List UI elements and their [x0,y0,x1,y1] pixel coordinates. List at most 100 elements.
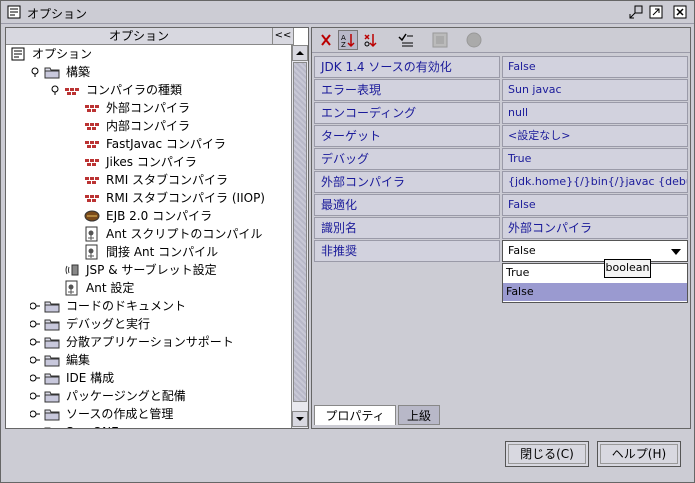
folder-icon [44,337,60,349]
chevron-down-icon[interactable] [671,249,681,255]
type-tooltip: boolean [604,259,651,278]
property-name[interactable]: デバッグ [314,148,500,170]
dropdown-option[interactable]: False [503,283,687,301]
scroll-up-arrow-icon[interactable] [292,45,308,61]
tree-node[interactable]: RMI スタブコンパイラ (IIOP) [6,189,290,207]
svg-text:Z: Z [341,41,346,49]
property-value[interactable]: null [502,102,688,124]
tree-node[interactable]: パッケージングと配備 [6,387,290,405]
compiler-icon [85,123,99,130]
tree-scrollbar[interactable] [291,45,308,428]
property-value[interactable]: 外部コンパイラ [502,217,688,239]
deprecation-combo-box[interactable]: False [502,240,688,262]
property-tabs: プロパティ 上級 [312,403,690,427]
tree-node[interactable]: デバッグと実行 [6,315,290,333]
sort-by-name-icon[interactable]: AZ [338,30,358,50]
collapsed-node-icon[interactable] [30,337,40,347]
compiler-group-icon [65,88,79,95]
tree-node[interactable]: 外部コンパイラ [6,99,290,117]
tree-node[interactable]: コードのドキュメント [6,297,290,315]
property-value[interactable]: <設定なし> [502,125,688,147]
tree-node[interactable]: Ant 設定 [6,279,290,297]
folder-icon [44,391,60,403]
tree-node[interactable]: オプション [6,45,290,63]
collapsed-node-icon[interactable] [30,409,40,419]
property-name[interactable]: 非推奨 [314,240,500,262]
property-value[interactable]: Sun javac [502,79,688,101]
tree-node-label: コードのドキュメント [66,299,187,313]
tree-node[interactable]: 編集 [6,351,290,369]
ant-icon [65,280,78,296]
tree-node-label: Jikes コンパイラ [106,155,197,169]
compiler-icon [85,141,99,148]
tree-node-label: JSP & サーブレット設定 [86,263,217,277]
property-row[interactable]: JDK 1.4 ソースの有効化 False [314,56,688,79]
scroll-down-arrow-icon[interactable] [292,411,308,427]
tree-node[interactable]: Sun ONE [6,423,290,428]
property-row[interactable]: エンコーディング null [314,102,688,125]
collapsed-node-icon[interactable] [30,427,40,428]
help-button[interactable]: ヘルプ(H) [597,441,681,467]
tree-node[interactable]: Jikes コンパイラ [6,153,290,171]
collapse-panel-button[interactable]: << [273,28,294,45]
property-row[interactable]: デバッグ True [314,148,688,171]
property-name[interactable]: エラー表現 [314,79,500,101]
tree-node-label: EJB 2.0 コンパイラ [106,209,213,223]
tree-node[interactable]: コンパイラの種類 [6,81,290,99]
property-name[interactable]: 外部コンパイラ [314,171,500,193]
expanded-node-icon[interactable] [50,85,60,95]
property-name[interactable]: ターゲット [314,125,500,147]
close-button[interactable]: 閉じる(C) [505,441,589,467]
tree-node-label: 分散アプリケーションサポート [66,335,234,349]
tree-node[interactable]: IDE 構成 [6,369,290,387]
sort-by-type-icon[interactable] [360,30,380,50]
property-name[interactable]: エンコーディング [314,102,500,124]
tree-node[interactable]: 分散アプリケーションサポート [6,333,290,351]
property-row[interactable]: 外部コンパイラ{jdk.home}{/}bin{/}javac {debugin… [314,171,688,194]
compiler-icon [85,177,99,184]
unsorted-icon[interactable] [316,30,336,50]
dropdown-option[interactable]: True [503,264,687,282]
tree-node[interactable]: Ant スクリプトのコンパイル [6,225,290,243]
property-row[interactable]: 最適化 False [314,194,688,217]
property-row[interactable]: ターゲット <設定なし> [314,125,688,148]
collapsed-node-icon[interactable] [30,355,40,365]
tree-node[interactable]: 内部コンパイラ [6,117,290,135]
tree-node-label: RMI スタブコンパイラ [106,173,229,187]
property-name[interactable]: 最適化 [314,194,500,216]
property-row[interactable]: 識別名 外部コンパイラ [314,217,688,240]
property-value[interactable]: False [502,56,688,78]
title-bar: オプション [1,1,694,24]
restore-icon[interactable] [629,5,643,19]
collapsed-node-icon[interactable] [30,373,40,383]
maximize-icon[interactable] [649,5,663,19]
options-window-icon [7,5,21,19]
property-value[interactable]: False [502,194,688,216]
tree-node-label: IDE 構成 [66,371,115,385]
property-value[interactable]: True [502,148,688,170]
tab-advanced[interactable]: 上級 [398,405,440,425]
tree-node[interactable]: EJB 2.0 コンパイラ [6,207,290,225]
collapsed-node-icon[interactable] [30,301,40,311]
collapsed-node-icon[interactable] [30,391,40,401]
show-editable-only-icon[interactable] [396,30,416,50]
tab-properties[interactable]: プロパティ [314,405,396,425]
scroll-thumb[interactable] [293,62,307,402]
tree-node[interactable]: RMI スタブコンパイラ [6,171,290,189]
help-button-label: ヘルプ(H) [611,447,667,461]
tree-node[interactable]: JSP & サーブレット設定 [6,261,290,279]
collapsed-node-icon[interactable] [30,319,40,329]
tree-node[interactable]: FastJavac コンパイラ [6,135,290,153]
property-row[interactable]: エラー表現 Sun javac [314,79,688,102]
expanded-node-icon[interactable] [30,67,40,77]
tree-header: オプション [6,28,273,45]
property-value[interactable]: {jdk.home}{/}bin{/}javac {debuginfo} { [502,171,688,193]
property-name[interactable]: JDK 1.4 ソースの有効化 [314,56,500,78]
tree-node[interactable]: 構築 [6,63,290,81]
tree-node[interactable]: 間接 Ant コンパイル [6,243,290,261]
property-name[interactable]: 識別名 [314,217,500,239]
tree-node[interactable]: ソースの作成と管理 [6,405,290,423]
tree-node-label: オプション [32,47,93,61]
close-icon[interactable] [673,5,687,19]
tree-node-label: コンパイラの種類 [86,83,183,97]
